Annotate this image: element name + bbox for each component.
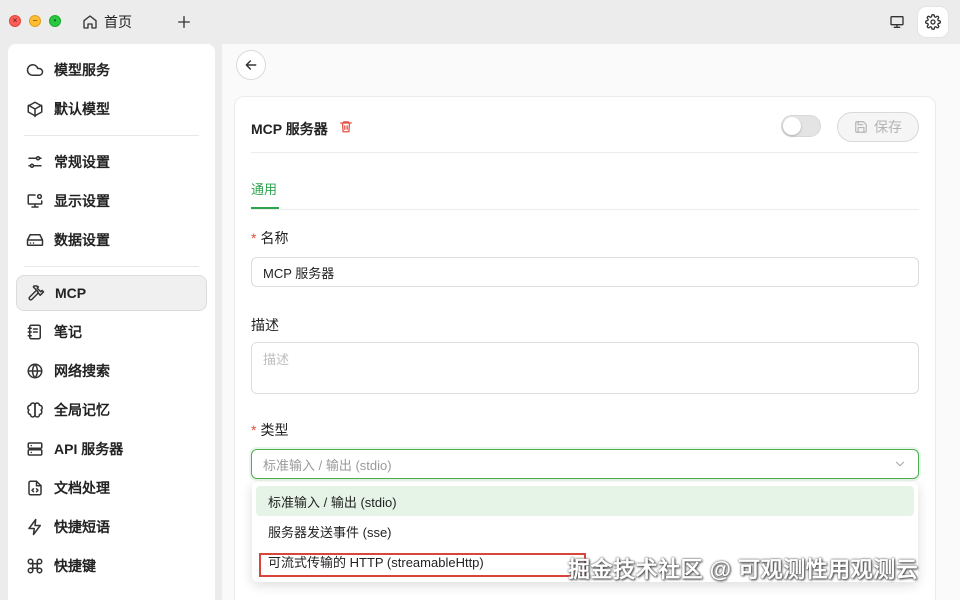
card-header: MCP 服务器 保存 xyxy=(251,112,919,153)
zap-icon xyxy=(28,518,41,536)
sidebar-divider xyxy=(24,135,199,136)
sidebar-divider xyxy=(24,266,199,267)
sidebar-item-label: MCP xyxy=(55,285,87,301)
monitor-settings-icon xyxy=(27,193,43,208)
sidebar-item-label: API 服务器 xyxy=(54,441,124,457)
save-label: 保存 xyxy=(874,119,902,135)
plus-icon xyxy=(178,16,190,28)
enable-toggle[interactable] xyxy=(781,115,821,137)
close-window-button[interactable]: × xyxy=(9,15,21,27)
required-mark: * xyxy=(251,422,257,438)
server-icon xyxy=(27,442,43,456)
back-button[interactable] xyxy=(236,50,266,80)
settings-sidebar: 模型服务 默认模型 常规设置 显示设置 数据设置 MCP 笔记 网络搜索 全局记… xyxy=(8,44,215,600)
watermark: 掘金技术社区 @ 可观测性用观测云 xyxy=(568,557,919,582)
description-field[interactable]: 描述 xyxy=(251,342,919,394)
minimize-window-button[interactable]: − xyxy=(29,15,41,27)
brain-icon xyxy=(27,402,43,418)
fullscreen-icon: • xyxy=(53,16,57,25)
cloud-icon xyxy=(26,64,44,76)
description-placeholder: 描述 xyxy=(263,352,290,367)
minimize-icon: − xyxy=(32,16,38,25)
sidebar-item-global-memory[interactable]: 全局记忆 xyxy=(16,392,207,428)
sidebar-item-quick-phrases[interactable]: 快捷短语 xyxy=(16,509,207,545)
cube-icon xyxy=(27,101,43,118)
zoom-window-button[interactable]: • xyxy=(49,15,61,27)
tab-general[interactable]: 通用 xyxy=(251,179,277,198)
monitor-icon xyxy=(890,15,904,28)
sidebar-item-general-settings[interactable]: 常规设置 xyxy=(16,144,207,180)
highlight-box xyxy=(259,553,586,577)
settings-button[interactable] xyxy=(918,7,948,37)
sidebar-item-mcp[interactable]: MCP xyxy=(16,275,207,311)
page-title: MCP 服务器 xyxy=(251,121,328,137)
sliders-icon xyxy=(28,156,42,168)
sidebar-item-data-settings[interactable]: 数据设置 xyxy=(16,222,207,258)
sidebar-item-api-server[interactable]: API 服务器 xyxy=(16,431,207,467)
trash-icon xyxy=(340,121,352,133)
save-icon xyxy=(855,121,867,133)
close-icon: × xyxy=(12,16,18,25)
delete-button[interactable] xyxy=(339,119,353,137)
option-label: 服务器发送事件 (sse) xyxy=(268,524,392,540)
sidebar-item-label: 网络搜索 xyxy=(54,363,110,379)
dropdown-option-stdio[interactable]: 标准输入 / 输出 (stdio) xyxy=(256,486,914,516)
hammer-icon xyxy=(28,285,45,301)
globe-icon xyxy=(27,363,43,379)
type-field-label: * 类型 xyxy=(251,420,288,440)
sidebar-item-web-search[interactable]: 网络搜索 xyxy=(16,353,207,389)
hard-drive-icon xyxy=(26,234,44,246)
description-field-label: 描述 xyxy=(251,317,279,333)
sidebar-item-notes[interactable]: 笔记 xyxy=(16,314,207,350)
type-select[interactable]: 标准输入 / 输出 (stdio) xyxy=(251,449,919,479)
type-select-placeholder: 标准输入 / 输出 (stdio) xyxy=(263,457,392,473)
sidebar-item-model-service[interactable]: 模型服务 xyxy=(16,52,207,88)
sidebar-item-display-settings[interactable]: 显示设置 xyxy=(16,183,207,219)
sidebar-item-label: 模型服务 xyxy=(54,62,110,78)
name-field-value: MCP 服务器 xyxy=(263,265,335,281)
gear-icon xyxy=(925,14,941,30)
save-button[interactable]: 保存 xyxy=(837,112,919,142)
name-field-label: * 名称 xyxy=(251,228,288,248)
sidebar-item-label: 显示设置 xyxy=(54,193,110,209)
display-button[interactable] xyxy=(885,10,909,34)
sidebar-item-label: 快捷键 xyxy=(54,558,96,574)
chevron-down-icon xyxy=(895,461,905,467)
home-icon xyxy=(83,15,97,29)
arrow-left-icon xyxy=(245,60,257,70)
sidebar-item-label: 数据设置 xyxy=(54,232,110,248)
tab-divider xyxy=(251,209,919,210)
sidebar-item-default-model[interactable]: 默认模型 xyxy=(16,91,207,127)
name-field[interactable]: MCP 服务器 xyxy=(251,257,919,287)
file-code-icon xyxy=(28,480,42,496)
sidebar-item-label: 快捷短语 xyxy=(54,519,110,535)
required-mark: * xyxy=(251,230,257,246)
sidebar-item-label: 文档处理 xyxy=(54,480,110,496)
type-label-text: 类型 xyxy=(260,422,289,438)
sidebar-item-label: 默认模型 xyxy=(54,101,110,117)
sidebar-item-document-processing[interactable]: 文档处理 xyxy=(16,470,207,506)
sidebar-item-label: 全局记忆 xyxy=(54,402,110,418)
sidebar-item-shortcuts[interactable]: 快捷键 xyxy=(16,548,207,584)
title-bar: × − • 首页 xyxy=(0,0,960,44)
dropdown-option-sse[interactable]: 服务器发送事件 (sse) xyxy=(256,516,914,546)
command-icon xyxy=(27,558,43,574)
toggle-knob xyxy=(783,117,801,135)
name-label-text: 名称 xyxy=(260,230,289,246)
new-tab-button[interactable] xyxy=(172,10,196,34)
sidebar-item-label: 笔记 xyxy=(54,324,82,340)
tab-home-label: 首页 xyxy=(104,14,132,30)
tab-home[interactable]: 首页 xyxy=(82,11,132,33)
sidebar-item-label: 常规设置 xyxy=(54,154,110,170)
notebook-icon xyxy=(27,324,41,340)
option-label: 标准输入 / 输出 (stdio) xyxy=(268,494,397,510)
